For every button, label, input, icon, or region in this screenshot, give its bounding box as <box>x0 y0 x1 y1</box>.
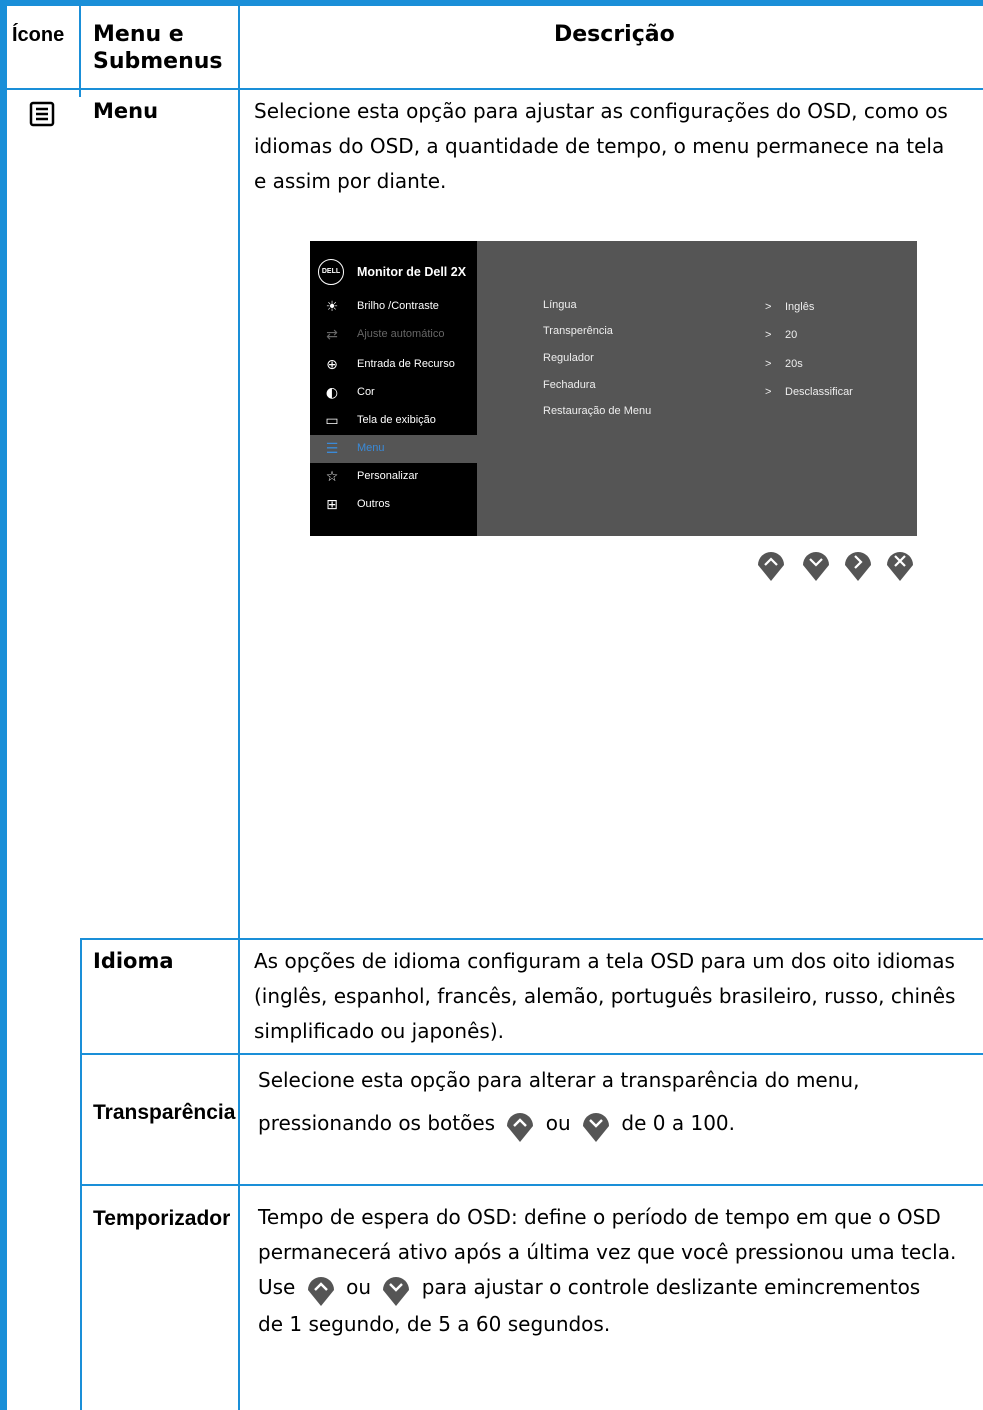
osd-item-menu: ☰ Menu <box>310 435 477 463</box>
desc-line: permanecerá ativo após a última vez que … <box>258 1240 957 1264</box>
desc-text: para ajustar o controle deslizante eminc… <box>421 1275 921 1299</box>
up-button-icon <box>307 1276 334 1306</box>
osd-item-ajuste: ⇄ Ajuste automático <box>310 321 477 349</box>
osd-item-personalizar: ☆ Personalizar <box>310 463 477 491</box>
row-divider-temporizador <box>80 1184 983 1186</box>
header-divider <box>0 88 983 90</box>
row-divider-transparencia <box>80 1053 983 1055</box>
right-icon <box>843 546 873 582</box>
row-divider-idioma <box>80 938 983 940</box>
row-desc-idioma: As opções de idioma configuram a tela OS… <box>254 944 979 1049</box>
down-button-icon <box>383 1276 410 1306</box>
close-icon <box>885 546 915 582</box>
osd-item-label: Ajuste automático <box>357 328 445 340</box>
menu-icon: ☰ <box>325 441 339 457</box>
row-desc-temporizador: Tempo de espera do OSD: define o período… <box>258 1200 978 1342</box>
osd-item-label: Tela de exibição <box>357 414 436 426</box>
desc-line: Selecione esta opção para alterar a tran… <box>258 1068 860 1092</box>
desc-text: ou <box>346 1275 372 1299</box>
brightness-icon: ☀ <box>325 299 339 315</box>
desc-line: pressionando os botões ou de 0 a 100. <box>258 1106 978 1143</box>
osd-value-regulador: >20s <box>765 358 803 370</box>
desc-text: Use <box>258 1275 296 1299</box>
table-top-border <box>0 0 983 6</box>
osd-item-tela: ▭ Tela de exibição <box>310 407 477 435</box>
row-label-idioma: Idioma <box>93 949 174 973</box>
osd-sub-lingua: Língua <box>543 299 577 311</box>
osd-value-lingua: > Inglês <box>765 301 814 313</box>
desc-line: As opções de idioma configuram a tela OS… <box>254 949 955 973</box>
display-icon: ▭ <box>325 413 339 429</box>
dell-logo: DELL <box>318 259 344 285</box>
osd-value: Inglês <box>785 301 815 313</box>
osd-item-label: Menu <box>357 442 385 454</box>
desc-line: e assim por diante. <box>254 169 447 193</box>
osd-value-fechadura: > Desclassificar <box>765 386 853 398</box>
desc-line: idiomas do OSD, a quantidade de tempo, o… <box>254 134 945 158</box>
osd-item-outros: ⊞ Outros <box>310 491 477 519</box>
osd-menu-screenshot: DELL Monitor de Dell 2X ☀ Brilho /Contra… <box>310 241 917 536</box>
desc-text: ou <box>545 1111 571 1135</box>
osd-sub-restauracao: Restauração de Menu <box>543 405 652 417</box>
row-desc-menu: Selecione esta opção para ajustar as con… <box>254 94 979 199</box>
chevron-right-icon: > <box>765 329 772 341</box>
osd-item-entrada: ⊕ Entrada de Recurso <box>310 351 477 379</box>
table-left-border <box>0 0 7 1410</box>
desc-line: de 1 segundo, de 5 a 60 segundos. <box>258 1311 611 1336</box>
menu-list-icon <box>29 101 55 127</box>
color-icon: ◐ <box>325 385 339 401</box>
down-button-icon <box>583 1112 610 1142</box>
header-menu-submenus: Menu e Submenus <box>93 22 223 74</box>
input-source-icon: ⊕ <box>326 357 338 373</box>
chevron-right-icon: > <box>765 358 772 370</box>
col-divider-icone-lower <box>80 939 82 1410</box>
osd-item-label: Entrada de Recurso <box>357 358 455 370</box>
header-descricao: Descrição <box>554 22 675 47</box>
osd-sub-fechadura: Fechadura <box>543 379 596 391</box>
desc-line: (inglês, espanhol, francês, alemão, port… <box>254 984 956 1008</box>
desc-text: pressionando os botões <box>258 1111 496 1135</box>
desc-line: Use ou para ajustar o controle deslizant… <box>258 1270 978 1307</box>
col-divider-menu <box>238 0 240 1410</box>
row-label-transparencia: Transparência <box>93 1101 236 1124</box>
chevron-right-icon: > <box>765 301 772 313</box>
col-divider-icone <box>79 0 81 97</box>
others-icon: ⊞ <box>326 497 338 513</box>
row-label-menu: Menu <box>93 99 159 123</box>
desc-line: simplificado ou japonês). <box>254 1019 504 1043</box>
osd-sub-regulador: Regulador <box>543 352 594 364</box>
desc-line: Selecione esta opção para ajustar as con… <box>254 99 948 123</box>
auto-adjust-icon: ⇄ <box>326 327 338 343</box>
osd-item-label: Outros <box>357 498 391 510</box>
osd-main-menu: DELL Monitor de Dell 2X ☀ Brilho /Contra… <box>310 241 477 536</box>
osd-value: 20s <box>785 358 803 370</box>
row-desc-transparencia: Selecione esta opção para alterar a tran… <box>258 1063 978 1143</box>
osd-item-cor: ◐ Cor <box>310 379 477 407</box>
osd-value: 20 <box>785 329 798 341</box>
row-label-temporizador: Temporizador <box>93 1207 231 1230</box>
osd-value: Desclassificar <box>785 386 853 398</box>
chevron-right-icon: > <box>765 386 772 398</box>
osd-item-label: Personalizar <box>357 470 419 482</box>
osd-title: Monitor de Dell 2X <box>357 265 467 279</box>
down-icon <box>801 546 831 582</box>
desc-text: de 0 a 100. <box>621 1111 736 1135</box>
osd-item-brilho: ☀ Brilho /Contraste <box>310 293 477 321</box>
up-icon <box>756 546 786 582</box>
osd-value-transparencia: >20 <box>765 329 797 341</box>
osd-item-label: Brilho /Contraste <box>357 300 439 312</box>
header-icone: Ícone <box>12 24 65 46</box>
star-icon: ☆ <box>325 469 339 485</box>
osd-item-label: Cor <box>357 386 375 398</box>
osd-sub-transparencia: Transperência <box>543 325 613 337</box>
desc-line: Tempo de espera do OSD: define o período… <box>258 1205 941 1229</box>
up-button-icon <box>507 1112 534 1142</box>
